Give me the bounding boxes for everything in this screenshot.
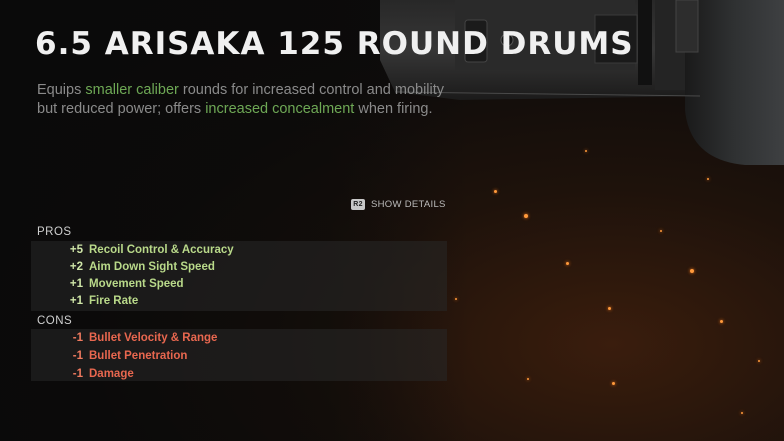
ember-particle: [720, 320, 723, 323]
cons-panel: -1 Bullet Velocity & Range -1 Bullet Pen…: [31, 329, 447, 381]
pros-panel: +5 Recoil Control & Accuracy +2 Aim Down…: [31, 241, 447, 311]
stat-label: Recoil Control & Accuracy: [89, 243, 234, 256]
ember-particle: [566, 262, 569, 265]
con-stat-row: -1 Bullet Penetration: [31, 347, 188, 364]
attachment-description: Equips smaller caliber rounds for increa…: [37, 81, 447, 119]
r2-button-icon: R2: [351, 199, 365, 210]
stat-value: -1: [72, 367, 83, 380]
stat-value: -1: [72, 331, 83, 344]
stat-label: Aim Down Sight Speed: [89, 260, 215, 273]
ember-particle: [690, 269, 694, 273]
description-text: when firing.: [354, 101, 433, 117]
stat-value: +1: [69, 277, 83, 290]
con-stat-row: -1 Bullet Velocity & Range: [31, 329, 218, 346]
ember-particle: [608, 307, 611, 310]
show-details-button[interactable]: R2 SHOW DETAILS: [351, 199, 446, 210]
stat-label: Bullet Velocity & Range: [89, 331, 218, 344]
stat-label: Fire Rate: [89, 294, 139, 307]
con-stat-row: -1 Damage: [31, 365, 134, 382]
pro-stat-row: +5 Recoil Control & Accuracy: [31, 241, 234, 258]
ember-particle: [707, 178, 709, 180]
pro-stat-row: +1 Fire Rate: [31, 292, 138, 309]
ember-particle: [527, 378, 529, 380]
stat-value: +1: [69, 294, 83, 307]
description-highlight: increased concealment: [205, 101, 355, 117]
ember-particle: [660, 230, 662, 232]
description-text: Equips: [37, 82, 86, 98]
description-highlight: smaller caliber: [85, 82, 179, 98]
cons-label: CONS: [37, 315, 73, 327]
stat-label: Bullet Penetration: [89, 349, 188, 362]
ember-particle: [524, 214, 528, 218]
ember-particle: [455, 298, 457, 300]
stat-value: +2: [69, 260, 83, 273]
stat-label: Movement Speed: [89, 277, 184, 290]
show-details-label: SHOW DETAILS: [371, 199, 446, 210]
ember-particle: [612, 382, 615, 385]
attachment-title: 6.5 ARISAKA 125 ROUND DRUMS: [35, 26, 634, 62]
stat-value: -1: [72, 349, 83, 362]
ember-particle: [741, 412, 743, 414]
stat-value: +5: [69, 243, 83, 256]
pro-stat-row: +2 Aim Down Sight Speed: [31, 258, 215, 275]
ember-particle: [585, 150, 587, 152]
pro-stat-row: +1 Movement Speed: [31, 275, 184, 292]
ember-particle: [494, 190, 497, 193]
ember-particle: [758, 360, 760, 362]
stat-label: Damage: [89, 367, 134, 380]
pros-label: PROS: [37, 226, 72, 238]
